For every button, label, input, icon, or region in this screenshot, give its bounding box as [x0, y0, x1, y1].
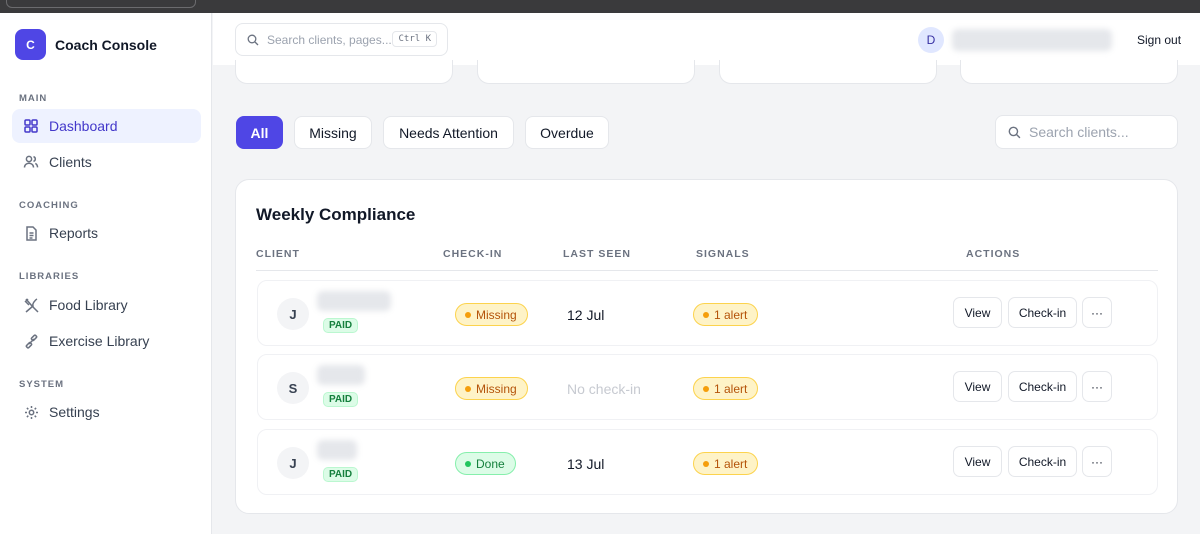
brand[interactable]: C Coach Console	[15, 29, 157, 60]
view-button[interactable]: View	[953, 371, 1002, 402]
sidebar-item-food-library[interactable]: Food Library	[12, 288, 201, 322]
document-icon	[23, 225, 39, 241]
browser-chrome	[0, 0, 1200, 13]
column-header-last-seen: LAST SEEN	[563, 248, 631, 260]
sidebar: C Coach Console MAIN Dashboard Clients C…	[0, 13, 212, 534]
status-dot	[465, 311, 471, 318]
column-header-client: CLIENT	[256, 248, 300, 260]
column-header-signals: SIGNALS	[696, 248, 750, 260]
search-icon	[1008, 126, 1021, 138]
global-search-placeholder: Search clients, pages...	[267, 32, 392, 47]
client-search-placeholder: Search clients...	[1029, 124, 1129, 140]
check-in-button[interactable]: Check-in	[1008, 297, 1077, 328]
sidebar-item-exercise-library[interactable]: Exercise Library	[12, 324, 201, 358]
view-button[interactable]: View	[953, 446, 1002, 477]
sidebar-item-label: Settings	[49, 404, 100, 420]
table-row[interactable]: J PAID Missing 12 Jul 1 alert View Check…	[257, 280, 1158, 346]
checkin-status-label: Missing	[476, 381, 517, 396]
search-icon	[247, 34, 259, 45]
sidebar-item-reports[interactable]: Reports	[12, 216, 201, 250]
table-row[interactable]: S PAID Missing No check-in 1 alert View …	[257, 354, 1158, 420]
plan-badge: PAID	[323, 392, 359, 407]
plan-badge: PAID	[323, 318, 359, 333]
column-header-check-in: CHECK-IN	[443, 248, 503, 260]
client-avatar: J	[277, 447, 309, 479]
filter-tab-missing[interactable]: Missing	[294, 116, 372, 149]
stat-card	[960, 60, 1178, 84]
filter-tab-overdue[interactable]: Overdue	[525, 116, 609, 149]
user-name-redacted	[952, 29, 1112, 51]
stat-card	[235, 60, 453, 84]
sidebar-item-label: Dashboard	[49, 118, 118, 134]
more-actions-button[interactable]: ···	[1082, 297, 1112, 328]
sidebar-item-label: Exercise Library	[49, 333, 150, 349]
checkin-status-label: Missing	[476, 307, 517, 322]
section-label-coaching: COACHING	[19, 200, 79, 211]
signal-label: 1 alert	[714, 456, 748, 471]
plan-badge: PAID	[323, 467, 359, 482]
sidebar-item-label: Food Library	[49, 297, 128, 313]
client-name-redacted	[317, 440, 357, 460]
status-dot	[465, 460, 471, 467]
signal-badge: 1 alert	[693, 303, 759, 326]
sign-out-link[interactable]: Sign out	[1137, 33, 1181, 47]
sidebar-item-dashboard[interactable]: Dashboard	[12, 109, 201, 143]
utensils-icon	[23, 297, 39, 313]
check-in-button[interactable]: Check-in	[1008, 446, 1077, 477]
alert-dot	[703, 311, 709, 318]
status-dot	[465, 385, 471, 392]
client-avatar: S	[277, 372, 309, 404]
more-actions-button[interactable]: ···	[1082, 446, 1112, 477]
last-seen-value: 13 Jul	[567, 456, 605, 472]
alert-dot	[703, 385, 709, 392]
brand-name: Coach Console	[55, 36, 157, 53]
check-in-button[interactable]: Check-in	[1008, 371, 1077, 402]
column-header-actions: ACTIONS	[966, 248, 1021, 260]
section-label-libraries: LIBRARIES	[19, 271, 80, 282]
stat-card	[477, 60, 695, 84]
gear-icon	[23, 404, 39, 420]
checkin-status-badge: Done	[455, 452, 516, 475]
sidebar-item-settings[interactable]: Settings	[12, 395, 201, 429]
filter-tab-needs-attention[interactable]: Needs Attention	[383, 116, 514, 149]
last-seen-value: No check-in	[567, 381, 641, 397]
section-label-system: SYSTEM	[19, 379, 65, 390]
grid-icon	[23, 118, 39, 134]
client-name-redacted	[317, 365, 365, 385]
keyboard-shortcut-hint: Ctrl K	[392, 31, 437, 47]
signal-badge: 1 alert	[693, 452, 759, 475]
users-icon	[23, 154, 39, 170]
sidebar-item-label: Reports	[49, 225, 99, 241]
checkin-status-label: Done	[476, 456, 505, 471]
more-actions-button[interactable]: ···	[1082, 371, 1112, 402]
last-seen-value: 12 Jul	[567, 307, 605, 323]
filter-tab-all[interactable]: All	[236, 116, 283, 149]
sidebar-item-label: Clients	[49, 154, 92, 170]
header-divider	[256, 270, 1158, 271]
signal-label: 1 alert	[714, 381, 748, 396]
global-search-input[interactable]: Search clients, pages... Ctrl K	[235, 23, 448, 56]
signal-badge: 1 alert	[693, 377, 759, 400]
client-name-redacted	[317, 291, 391, 311]
stat-card	[719, 60, 937, 84]
client-search-input[interactable]: Search clients...	[995, 115, 1178, 149]
alert-dot	[703, 460, 709, 467]
card-title: Weekly Compliance	[256, 205, 416, 224]
browser-tab[interactable]	[6, 0, 196, 8]
dumbbell-icon	[23, 333, 39, 349]
user-avatar[interactable]: D	[918, 27, 944, 53]
signal-label: 1 alert	[714, 307, 748, 322]
checkin-status-badge: Missing	[455, 303, 528, 326]
section-label-main: MAIN	[19, 93, 48, 104]
sidebar-item-clients[interactable]: Clients	[12, 145, 201, 179]
top-header: Search clients, pages... Ctrl K D Sign o…	[213, 13, 1200, 65]
checkin-status-badge: Missing	[455, 377, 528, 400]
client-avatar: J	[277, 298, 309, 330]
weekly-compliance-card: Weekly Compliance CLIENT CHECK-IN LAST S…	[235, 179, 1178, 514]
view-button[interactable]: View	[953, 297, 1002, 328]
brand-logo: C	[15, 29, 46, 60]
table-row[interactable]: J PAID Done 13 Jul 1 alert View Check-in…	[257, 429, 1158, 495]
